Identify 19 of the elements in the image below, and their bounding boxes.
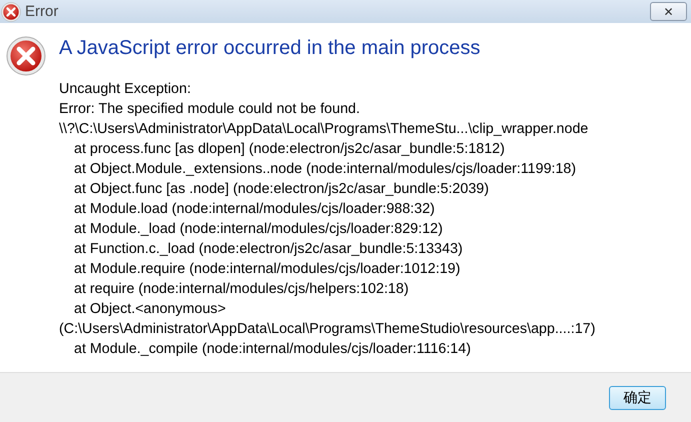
message-line: at Module._load (node:internal/modules/cjs/loader:829:12) <box>73 220 444 239</box>
message-line: at Function.c._load (node:electron/js2c/asar_bundle:5:13343) <box>73 240 464 259</box>
message-line: at require (node:internal/modules/cjs/helpers:102:18) <box>73 280 410 299</box>
message-line: at process.func [as dlopen] (node:electron/js2c/asar_bundle:5:1812) <box>73 140 506 159</box>
message-line: (C:\Users\Administrator\AppData\Local\Programs\ThemeStudio\resources\app....:17) <box>59 320 596 339</box>
message-line: Error: The specified module could not be found. <box>59 100 361 119</box>
message-line: at Object.func [as .node] (node:electron/js2c/asar_bundle:5:2039) <box>73 180 490 199</box>
error-heading: A JavaScript error occurred in the main process <box>59 37 482 60</box>
message-line: at Object.Module._extensions..node (node:internal/modules/cjs/loader:1199:18) <box>73 160 578 179</box>
window-title: Error <box>25 3 60 20</box>
error-icon <box>6 36 46 76</box>
ok-button[interactable]: 确定 <box>609 386 666 410</box>
message-line: at Object.<anonymous> <box>73 300 227 319</box>
message-line: at Module.load (node:internal/modules/cjs/loader:988:32) <box>73 200 436 219</box>
message-line: Uncaught Exception: <box>59 80 192 99</box>
message-line: at Module._compile (node:internal/modules/cjs/loader:1116:14) <box>73 340 472 359</box>
message-line: \\?\C:\Users\Administrator\AppData\Local\Programs\ThemeStu...\clip_wrapper.node <box>59 120 590 139</box>
close-button[interactable]: ✕ <box>650 2 687 21</box>
message-line: at Module.require (node:internal/modules/cjs/loader:1012:19) <box>73 260 462 279</box>
